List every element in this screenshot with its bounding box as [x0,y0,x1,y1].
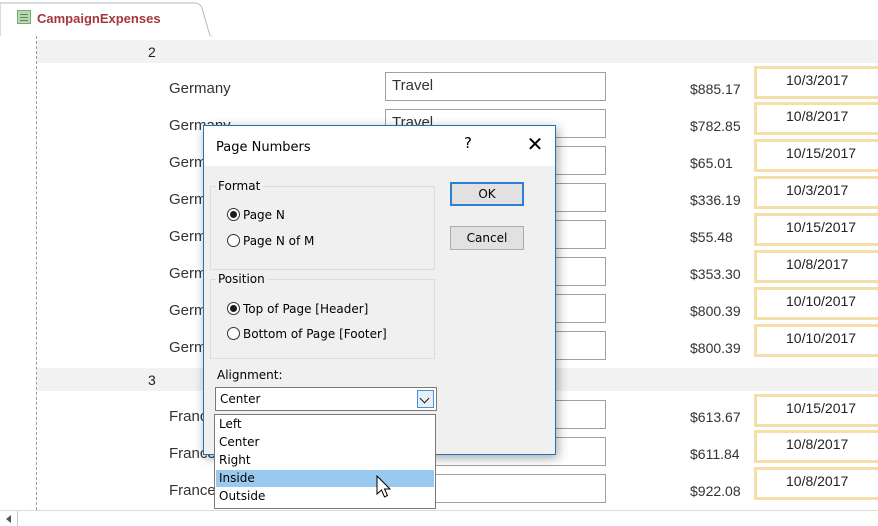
access-window: CampaignExpenses 2 Germany Travel $885.1… [0,0,878,526]
amount-cell: $65.01 [690,155,733,171]
amount-cell: $922.08 [690,483,741,499]
date-cell: 10/8/2017 [754,102,878,135]
position-groupbox [210,279,435,359]
amount-cell: $800.39 [690,303,741,319]
cancel-button[interactable]: Cancel [450,226,524,250]
radio-label: Page N of M [243,234,315,248]
amount-cell: $613.67 [690,409,741,425]
close-icon[interactable]: ✕ [522,132,548,158]
country-cell: France [169,482,216,499]
dropdown-option-right[interactable]: Right [216,452,434,469]
date-cell: 10/15/2017 [754,139,878,172]
date-cell: 10/8/2017 [754,250,878,283]
ok-button[interactable]: OK [450,182,524,206]
dropdown-option-center[interactable]: Center [216,434,434,451]
scrollbar-track[interactable] [18,511,838,526]
group-number: 3 [148,372,156,388]
amount-cell: $611.84 [690,446,740,462]
chevron-down-icon[interactable] [417,390,434,408]
amount-cell: $55.48 [690,229,733,245]
alignment-selected-value: Center [220,392,261,406]
radio-page-n-of-m[interactable]: Page N of M [227,234,314,248]
alignment-dropdown-list: Left Center Right Inside Outside [214,414,436,509]
tab-campaign-expenses[interactable]: CampaignExpenses [0,0,212,37]
alignment-label: Alignment: [217,368,283,382]
page-numbers-dialog: Page Numbers ? ✕ Format Page N Page N of… [203,125,556,455]
amount-cell: $336.19 [690,192,741,208]
report-icon [17,10,31,24]
date-cell: 10/3/2017 [754,176,878,209]
radio-checked-icon [227,302,240,315]
radio-bottom-of-page[interactable]: Bottom of Page [Footer] [227,327,387,341]
format-groupbox [210,186,435,270]
dropdown-option-outside[interactable]: Outside [216,488,434,505]
date-cell: 10/8/2017 [754,430,878,463]
country-cell: Germany [169,80,231,97]
date-cell: 10/8/2017 [754,467,878,500]
date-cell: 10/10/2017 [754,324,878,357]
radio-checked-icon [227,208,240,221]
alignment-select[interactable]: Center [215,387,437,411]
horizontal-scrollbar[interactable] [0,510,878,526]
dropdown-option-inside[interactable]: Inside [216,470,434,487]
amount-cell: $782.85 [690,118,741,134]
radio-label: Page N [243,208,285,222]
radio-top-of-page[interactable]: Top of Page [Header] [227,302,368,316]
left-margin-guide [36,36,37,510]
document-tab-strip: CampaignExpenses [0,0,878,37]
mouse-pointer-icon [376,475,392,498]
scroll-left-arrow-icon[interactable] [0,511,18,526]
date-cell: 10/3/2017 [754,66,878,99]
radio-unchecked-icon [227,234,240,247]
category-cell: Travel [385,72,606,101]
radio-unchecked-icon [227,327,240,340]
date-cell: 10/15/2017 [754,394,878,427]
position-label: Position [216,272,267,286]
dialog-title: Page Numbers [216,140,311,155]
date-cell: 10/10/2017 [754,287,878,320]
format-label: Format [216,179,263,193]
amount-cell: $353.30 [690,266,741,282]
dialog-titlebar[interactable]: Page Numbers ? ✕ [204,126,555,166]
tab-label: CampaignExpenses [37,11,161,26]
date-cell: 10/15/2017 [754,213,878,246]
amount-cell: $885.17 [690,81,741,97]
group-number: 2 [148,44,156,60]
radio-label: Top of Page [Header] [243,302,369,316]
help-button[interactable]: ? [458,134,478,152]
radio-label: Bottom of Page [Footer] [243,327,387,341]
group-header-band [37,40,878,63]
radio-page-n[interactable]: Page N [227,208,285,222]
amount-cell: $800.39 [690,340,741,356]
dropdown-option-left[interactable]: Left [216,416,434,433]
